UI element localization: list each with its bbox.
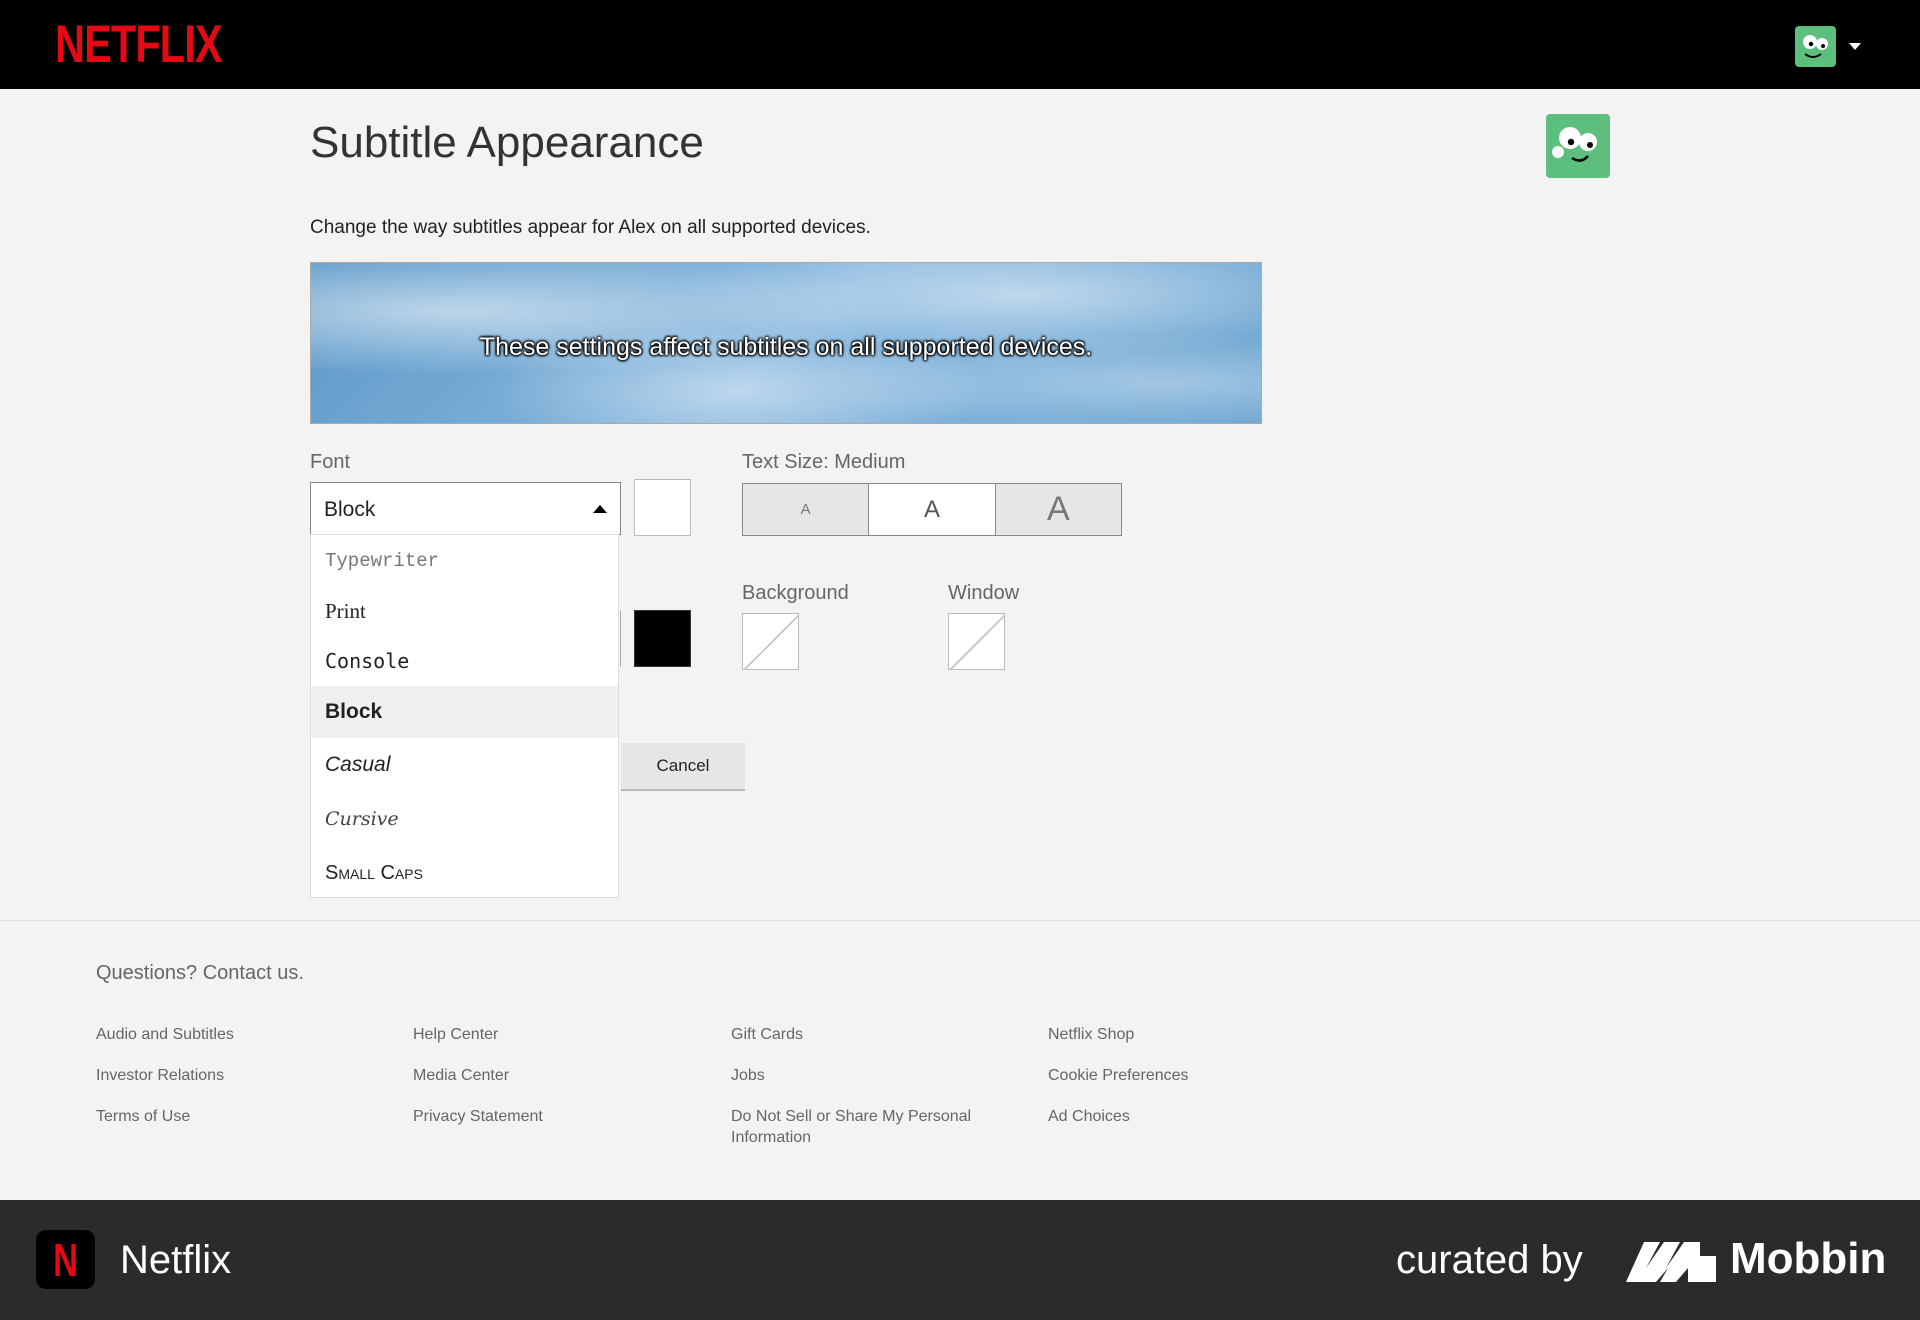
- text-size-label: Text Size: Medium: [742, 451, 906, 473]
- font-option-block[interactable]: Block: [311, 686, 618, 738]
- footer-link-do-not-sell[interactable]: Do Not Sell or Share My Personal Informa…: [731, 1106, 1001, 1148]
- font-option-casual[interactable]: Casual: [311, 739, 618, 791]
- cancel-button[interactable]: Cancel: [621, 743, 745, 791]
- background-color-swatch[interactable]: [742, 613, 799, 670]
- caret-up-icon: [593, 505, 607, 513]
- window-color-swatch[interactable]: [948, 613, 1005, 670]
- font-label: Font: [310, 451, 351, 473]
- netflix-app-icon: N: [36, 1230, 95, 1289]
- attribution-bar: N Netflix curated by Mobbin: [0, 1200, 1920, 1320]
- caret-down-icon[interactable]: [1849, 43, 1861, 50]
- footer-link-terms-of-use[interactable]: Terms of Use: [96, 1106, 386, 1127]
- footer-link-audio-subtitles[interactable]: Audio and Subtitles: [96, 1024, 386, 1045]
- text-size-medium-button[interactable]: A: [869, 484, 996, 535]
- contact-link[interactable]: Questions? Contact us.: [96, 962, 304, 985]
- text-size-selector: A A A: [742, 483, 1122, 536]
- font-select[interactable]: Block: [310, 482, 621, 535]
- footer-link-gift-cards[interactable]: Gift Cards: [731, 1024, 1021, 1045]
- page-description: Change the way subtitles appear for Alex…: [310, 217, 871, 238]
- font-option-print[interactable]: Print: [311, 585, 618, 637]
- text-size-small-button[interactable]: A: [743, 484, 870, 535]
- font-color-swatch[interactable]: [634, 479, 691, 536]
- app-name: Netflix: [120, 1238, 232, 1282]
- netflix-logo[interactable]: NETFLIX: [55, 14, 223, 75]
- font-select-value: Block: [324, 498, 376, 521]
- footer-link-ad-choices[interactable]: Ad Choices: [1048, 1106, 1338, 1127]
- background-label: Background: [742, 582, 849, 604]
- footer-link-netflix-shop[interactable]: Netflix Shop: [1048, 1024, 1338, 1045]
- top-header: NETFLIX: [0, 0, 1920, 89]
- window-label: Window: [948, 582, 1020, 604]
- shadow-color-swatch[interactable]: [634, 610, 691, 667]
- app-icon-letter: N: [53, 1233, 78, 1286]
- font-option-typewriter[interactable]: Typewriter: [311, 535, 618, 587]
- footer-link-jobs[interactable]: Jobs: [731, 1065, 1021, 1086]
- font-option-small-caps[interactable]: Small Caps: [311, 847, 618, 899]
- mobbin-brand: Mobbin: [1730, 1234, 1887, 1283]
- text-size-large-button[interactable]: A: [995, 484, 1121, 535]
- footer-divider: [0, 920, 1920, 921]
- font-option-cursive[interactable]: Cursive: [311, 793, 618, 845]
- font-dropdown-list: Typewriter Print Console Block Casual Cu…: [310, 534, 619, 898]
- footer-link-privacy-statement[interactable]: Privacy Statement: [413, 1106, 703, 1127]
- curated-by-text: curated by: [1396, 1238, 1583, 1282]
- subtitle-preview: These settings affect subtitles on all s…: [310, 262, 1262, 424]
- preview-text: These settings affect subtitles on all s…: [479, 332, 1093, 361]
- font-option-console[interactable]: Console: [311, 635, 618, 687]
- footer-link-cookie-preferences[interactable]: Cookie Preferences: [1048, 1065, 1338, 1086]
- page-title: Subtitle Appearance: [310, 118, 704, 167]
- footer-link-investor-relations[interactable]: Investor Relations: [96, 1065, 386, 1086]
- footer-link-media-center[interactable]: Media Center: [413, 1065, 703, 1086]
- mobbin-logo-icon: [1626, 1242, 1716, 1282]
- footer-link-help-center[interactable]: Help Center: [413, 1024, 703, 1045]
- profile-avatar-icon: [1546, 114, 1610, 178]
- profile-avatar-icon[interactable]: [1795, 26, 1836, 67]
